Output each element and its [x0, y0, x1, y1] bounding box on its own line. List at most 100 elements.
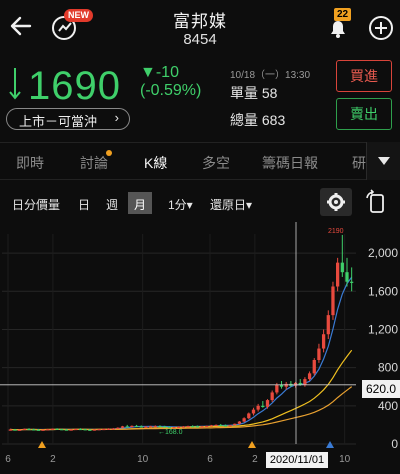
candle-body [111, 428, 115, 430]
candle-body [256, 405, 260, 410]
candle-body [247, 413, 251, 419]
price-change: ▼-10 [140, 64, 179, 81]
candle-body [139, 426, 143, 428]
ma-line [10, 349, 353, 431]
candle-body [261, 405, 265, 408]
candle-body [106, 428, 111, 430]
btn-daily[interactable]: 日 [72, 192, 96, 214]
y-tick-label: 2,000 [368, 246, 398, 260]
candle-body [102, 428, 106, 431]
top-bar: NEW 富邦媒 8454 22 [0, 0, 400, 56]
buy-button[interactable]: 買進 [336, 60, 392, 92]
candle-body [200, 426, 204, 428]
candle-body [74, 428, 78, 431]
candle-body [275, 384, 279, 393]
tab-chip-daily[interactable]: 籌碼日報 [262, 153, 318, 173]
x-tick-label: 10 [339, 454, 351, 465]
tab-research[interactable]: 研 [352, 153, 366, 173]
quote-time: 10/18（一）13:30 [230, 70, 311, 81]
candle-body [78, 428, 83, 431]
candle-body [69, 429, 73, 431]
tab-more-button[interactable] [366, 142, 400, 180]
candle-body [134, 425, 139, 428]
rotate-icon [366, 189, 384, 213]
candle-body [88, 429, 92, 431]
tab-bar: 即時 討論 K線 多空 籌碼日報 研 [0, 142, 400, 180]
candle-body [205, 425, 209, 428]
candle-body [144, 426, 148, 428]
candle-body [130, 425, 134, 428]
add-icon[interactable] [368, 15, 394, 41]
settings-button[interactable] [320, 188, 352, 216]
candle-body [27, 428, 31, 431]
candle-body [321, 334, 326, 349]
candle-body [162, 426, 167, 428]
btn-minute-select[interactable]: 1分▾ [162, 192, 199, 214]
candle-body [116, 427, 120, 429]
candle-body [13, 429, 17, 431]
candle-body [293, 382, 298, 386]
candle-body [214, 424, 218, 427]
candle-body [92, 429, 97, 431]
y-tick-label: 1,200 [368, 322, 398, 336]
btn-intraday-volume[interactable]: 日分價量 [6, 192, 66, 214]
candle-body [223, 425, 228, 427]
market-tag-button[interactable]: 上市－可當沖 › [6, 108, 130, 130]
crosshair-date-label: 2020/11/01 [266, 452, 328, 468]
candle-body [228, 425, 232, 427]
candle-body [46, 429, 50, 431]
notification-count-badge: 22 [334, 8, 352, 21]
candle-body [331, 286, 335, 316]
tab-discussion[interactable]: 討論 [80, 153, 108, 173]
btn-monthly[interactable]: 月 [128, 192, 153, 214]
candle-body [60, 429, 64, 431]
tab-long-short[interactable]: 多空 [202, 153, 230, 173]
y-tick-label: 0 [391, 437, 398, 451]
high-annotation: 2190 [328, 228, 344, 235]
kline-chart[interactable]: 2,000 1,600 1,200 800 400 0 6 2 10 6 2 10 2190 ←168.0 [0, 222, 400, 474]
candle-body [326, 315, 330, 335]
x-tick-label: 2 [50, 454, 56, 465]
candle-body [55, 428, 59, 430]
chevron-right-icon: › [114, 110, 119, 125]
unread-dot [106, 150, 112, 156]
candle-body [284, 383, 288, 387]
candle-body [345, 272, 349, 282]
y-tick-label: 800 [378, 361, 398, 375]
rotate-screen-button[interactable] [360, 188, 392, 216]
btn-weekly[interactable]: 週 [100, 192, 124, 214]
candle-body [186, 426, 190, 428]
candle-body [317, 348, 321, 360]
x-tick-label: 2 [252, 454, 258, 465]
quote-panel: 1690 ▼-10 (-0.59%) 10/18（一）13:30 單量 58 總… [0, 56, 400, 136]
tab-realtime[interactable]: 即時 [16, 153, 44, 173]
candle-body [312, 360, 316, 374]
gear-icon [327, 193, 345, 211]
candle-body [181, 426, 185, 428]
crosshair-price-label: 620.0 [362, 380, 400, 398]
x-tick-label: 6 [5, 454, 11, 465]
candle-body [177, 426, 181, 429]
candle-body [50, 428, 55, 430]
x-tick-label: 10 [137, 454, 149, 465]
tab-kline[interactable]: K線 [144, 153, 167, 173]
candle-body [153, 426, 157, 428]
candle-body [18, 429, 22, 431]
candle-body [41, 429, 45, 431]
candle-body [242, 418, 246, 422]
btn-restore-select[interactable]: 還原日▾ [204, 192, 258, 214]
total-volume: 總量 683 [230, 112, 286, 128]
candle-body [303, 379, 307, 385]
market-tag-label: 上市－可當沖 [19, 114, 98, 129]
current-price: 1690 [28, 64, 121, 108]
candle-body [265, 400, 270, 407]
candle-body [191, 426, 195, 428]
ma-line [10, 386, 353, 431]
sell-button[interactable]: 賣出 [336, 98, 392, 130]
candle-body [83, 429, 87, 431]
caret-down-icon [378, 157, 390, 165]
candle-body [270, 392, 274, 401]
candle-body [8, 429, 12, 431]
candle-body [125, 426, 129, 428]
candle-body [251, 409, 256, 414]
